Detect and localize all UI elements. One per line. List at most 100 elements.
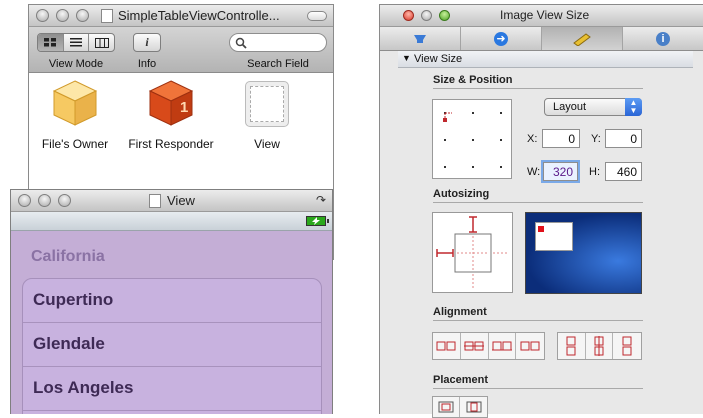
first-responder-glyph: 1 <box>180 99 189 116</box>
section-divider <box>433 88 643 89</box>
layout-popup[interactable]: Layout ▲ ▼ <box>544 98 642 116</box>
cube-icon <box>52 80 98 126</box>
table-section-header: California <box>31 248 105 265</box>
alignment-heading: Alignment <box>433 306 487 318</box>
document-icon <box>101 9 113 23</box>
search-icon <box>235 37 247 49</box>
battery-icon <box>306 216 329 226</box>
align-top-button[interactable] <box>558 333 586 359</box>
column-view-mode-button[interactable] <box>89 34 114 51</box>
row-label: Glendale <box>33 334 105 353</box>
x-field[interactable]: 0 <box>542 129 580 148</box>
autosizing-heading: Autosizing <box>433 188 490 200</box>
disclosure-triangle-icon: ▼ <box>402 53 411 63</box>
x-label: X: <box>527 133 538 145</box>
inspector-tabs: ➜ i <box>380 27 703 51</box>
list-icon <box>70 38 82 47</box>
view-document-icon <box>149 194 161 208</box>
height-field[interactable]: 460 <box>605 162 642 181</box>
align-bottom-edges-button[interactable] <box>489 333 517 359</box>
search-field-label: Search Field <box>247 58 309 70</box>
autosizing-preview <box>525 212 642 294</box>
view-titlebar[interactable]: View ↷ <box>11 190 332 212</box>
simulated-status-bar <box>11 212 332 231</box>
align-left-icon <box>436 341 456 351</box>
align-center-icon <box>464 341 485 351</box>
minimize-button[interactable] <box>56 9 69 22</box>
row-label: Cupertino <box>33 290 114 309</box>
placement-heading: Placement <box>433 374 489 386</box>
width-field[interactable]: 320 <box>543 162 578 181</box>
align-right-icon <box>622 336 632 356</box>
ruler-icon <box>573 32 591 46</box>
zoom-button[interactable] <box>76 9 89 22</box>
align-right-button[interactable] <box>613 333 641 359</box>
inspector-titlebar[interactable]: Image View Size <box>380 5 703 27</box>
center-vertical-icon <box>466 401 481 413</box>
h-label: H: <box>589 166 600 178</box>
table-group: Cupertino Glendale Los Angeles <box>22 278 322 414</box>
y-label: Y: <box>591 133 601 145</box>
center-vertically-button[interactable] <box>460 397 487 417</box>
horizontal-alignment-buttons <box>432 332 545 360</box>
window-title: SimpleTableViewControlle... <box>118 8 280 23</box>
info-label: Info <box>137 58 157 70</box>
minimize-button[interactable] <box>421 10 432 21</box>
vertical-alignment-buttons <box>557 332 642 360</box>
origin-selector[interactable] <box>432 99 512 179</box>
popup-arrows-icon: ▲ ▼ <box>625 98 642 116</box>
search-input[interactable] <box>229 33 327 52</box>
icon-view-mode-button[interactable] <box>38 34 64 51</box>
toolbar-toggle-button[interactable] <box>307 11 327 21</box>
rotate-icon[interactable]: ↷ <box>316 193 326 207</box>
placement-buttons <box>432 396 488 418</box>
view-mode-control[interactable] <box>37 33 115 52</box>
columns-icon <box>94 37 109 48</box>
align-bottom-icon <box>491 341 512 351</box>
connections-tab[interactable]: ➜ <box>461 27 542 50</box>
attributes-icon <box>414 34 426 43</box>
zoom-button[interactable] <box>439 10 450 21</box>
align-baselines-button[interactable] <box>516 333 544 359</box>
view-mode-label: View Mode <box>48 58 104 70</box>
center-horizontally-button[interactable] <box>433 397 461 417</box>
minimize-button[interactable] <box>38 194 51 207</box>
table-row[interactable]: Los Angeles <box>23 367 321 411</box>
window-title: View <box>167 193 195 208</box>
size-tab[interactable] <box>542 27 623 50</box>
attributes-tab[interactable] <box>380 27 461 50</box>
list-view-mode-button[interactable] <box>64 34 90 51</box>
table-row[interactable]: Glendale <box>23 323 321 367</box>
icon-grid-icon <box>43 38 56 47</box>
autosizing-control[interactable] <box>432 212 513 293</box>
autosizing-struts-icon <box>436 216 509 289</box>
section-divider <box>433 202 643 203</box>
nib-toolbar: i View Mode Info Search Field <box>29 27 333 73</box>
window-title: Image View Size <box>500 8 590 22</box>
origin-marker-icon <box>443 112 452 122</box>
align-baseline-icon <box>520 341 540 351</box>
align-middle-button[interactable] <box>586 333 614 359</box>
table-row[interactable]: Cupertino <box>23 279 321 323</box>
zoom-button[interactable] <box>58 194 71 207</box>
close-button[interactable] <box>36 9 49 22</box>
section-divider <box>433 388 643 389</box>
align-centers-button[interactable] <box>461 333 489 359</box>
align-left-edges-button[interactable] <box>433 333 461 359</box>
view-label: View <box>254 137 280 151</box>
close-button[interactable] <box>403 10 414 21</box>
view-icon <box>245 81 289 127</box>
y-field[interactable]: 0 <box>605 129 642 148</box>
first-responder-label: First Responder <box>128 137 214 151</box>
connections-arrow-icon: ➜ <box>494 31 508 46</box>
identity-tab[interactable]: i <box>623 27 703 50</box>
close-button[interactable] <box>18 194 31 207</box>
view-size-panel-header[interactable]: ▼ View Size <box>398 51 693 68</box>
info-button[interactable]: i <box>133 33 161 52</box>
files-owner-label: File's Owner <box>41 137 109 151</box>
w-label: W: <box>527 166 541 178</box>
row-label: Los Angeles <box>33 378 134 397</box>
nib-titlebar[interactable]: SimpleTableViewControlle... <box>29 5 333 27</box>
info-icon: i <box>656 31 670 46</box>
section-divider <box>433 320 643 321</box>
